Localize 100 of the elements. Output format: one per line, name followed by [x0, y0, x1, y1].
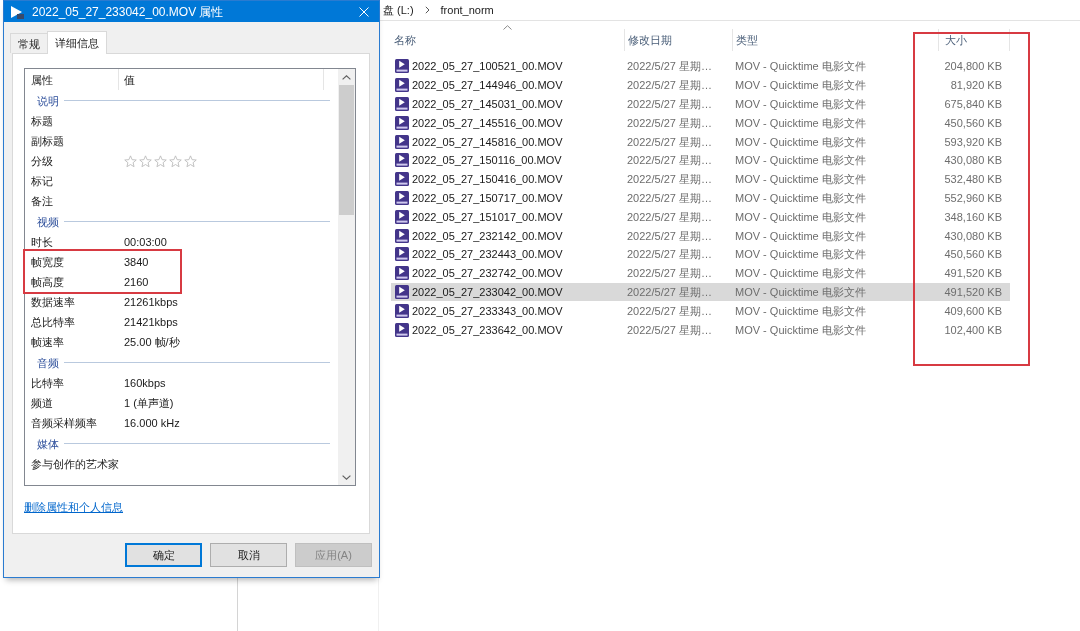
file-name: 2022_05_27_233343_00.MOV [412, 303, 563, 318]
star-icon [139, 154, 152, 168]
file-type: MOV - Quicktime 电影文件 [735, 267, 866, 280]
column-header[interactable]: 名称 [394, 33, 416, 47]
modified-date: 2022/5/27 星期… [627, 267, 712, 280]
file-type: MOV - Quicktime 电影文件 [735, 191, 866, 204]
video-file-icon [394, 227, 410, 244]
file-row[interactable]: 2022_05_27_100521_00.MOV 2022/5/27 星期… MOV - Quicktime 电影文件 204,800 KB [391, 57, 1010, 76]
video-file-icon [394, 171, 410, 188]
property-label: 分级 [30, 154, 54, 168]
video-file-icon [394, 265, 410, 282]
file-name: 2022_05_27_233642_00.MOV [412, 322, 563, 337]
file-name: 2022_05_27_233042_00.MOV [412, 284, 563, 299]
property-label: 参与创作的艺术家 [30, 457, 120, 471]
file-name: 2022_05_27_150116_00.MOV [412, 153, 562, 168]
file-row[interactable]: 2022_05_27_151017_00.MOV 2022/5/27 星期… MOV - Quicktime 电影文件 348,160 KB [391, 207, 1010, 227]
column-header[interactable]: 值 [124, 72, 135, 87]
property-value: 00:03:00 [124, 235, 167, 249]
modified-date: 2022/5/27 星期… [627, 154, 712, 167]
file-row[interactable]: 2022_05_27_233642_00.MOV 2022/5/27 星期… MOV - Quicktime 电影文件 102,400 KB [391, 320, 1010, 339]
file-row[interactable]: 2022_05_27_150416_00.MOV 2022/5/27 星期… MOV - Quicktime 电影文件 532,480 KB [391, 169, 1010, 189]
file-size: 491,520 KB [944, 285, 1002, 298]
file-type: MOV - Quicktime 电影文件 [735, 60, 866, 73]
star-rating[interactable] [124, 154, 197, 168]
property-label: 帧宽度 [30, 255, 65, 269]
file-type: MOV - Quicktime 电影文件 [735, 323, 866, 336]
file-row[interactable]: 2022_05_27_145031_00.MOV 2022/5/27 星期… MOV - Quicktime 电影文件 675,840 KB [391, 94, 1010, 114]
property-value: 25.00 帧/秒 [124, 335, 180, 349]
star-icon [184, 154, 197, 168]
file-name: 2022_05_27_100521_00.MOV [412, 59, 563, 74]
video-file-icon [394, 208, 410, 225]
file-type: MOV - Quicktime 电影文件 [735, 116, 866, 129]
scrollbar[interactable] [338, 69, 355, 485]
modified-date: 2022/5/27 星期… [627, 191, 712, 204]
modified-date: 2022/5/27 星期… [627, 323, 712, 336]
property-label: 副标题 [30, 134, 65, 148]
file-size: 348,160 KB [944, 210, 1002, 223]
breadcrumb-item[interactable]: 盘 (L:) [383, 3, 414, 17]
chevron-down-icon[interactable] [342, 475, 351, 480]
tab[interactable]: 详细信息 [47, 31, 107, 54]
property-value: 21421kbps [124, 315, 178, 329]
file-row[interactable]: 2022_05_27_232142_00.MOV 2022/5/27 星期… MOV - Quicktime 电影文件 430,080 KB [391, 226, 1010, 245]
file-row[interactable]: 2022_05_27_232443_00.MOV 2022/5/27 星期… MOV - Quicktime 电影文件 450,560 KB [391, 244, 1010, 264]
property-value: 3840 [124, 255, 149, 269]
file-name: 2022_05_27_145516_00.MOV [412, 115, 563, 130]
file-type: MOV - Quicktime 电影文件 [735, 304, 866, 317]
video-file-icon [394, 283, 410, 300]
window-title: 2022_05_27_233042_00.MOV 属性 [32, 4, 224, 19]
file-row[interactable]: 2022_05_27_145516_00.MOV 2022/5/27 星期… MOV - Quicktime 电影文件 450,560 KB [391, 113, 1010, 133]
section-heading: 视频 [36, 214, 59, 229]
file-name: 2022_05_27_232742_00.MOV [412, 266, 563, 281]
modified-date: 2022/5/27 星期… [627, 304, 712, 317]
file-size: 593,920 KB [944, 135, 1002, 148]
property-label: 时长 [30, 235, 54, 249]
property-label: 标题 [30, 114, 54, 128]
column-header[interactable]: 修改日期 [628, 33, 672, 47]
star-icon [124, 154, 137, 168]
column-header[interactable]: 属性 [31, 72, 53, 87]
file-row[interactable]: 2022_05_27_233042_00.MOV 2022/5/27 星期… MOV - Quicktime 电影文件 491,520 KB [391, 282, 1010, 302]
modified-date: 2022/5/27 星期… [627, 229, 712, 242]
file-row[interactable]: 2022_05_27_232742_00.MOV 2022/5/27 星期… MOV - Quicktime 电影文件 491,520 KB [391, 263, 1010, 283]
remove-properties-link[interactable]: 删除属性和个人信息 [24, 500, 123, 514]
file-name: 2022_05_27_145816_00.MOV [412, 134, 563, 149]
modified-date: 2022/5/27 星期… [627, 60, 712, 73]
modified-date: 2022/5/27 星期… [627, 116, 712, 129]
modified-date: 2022/5/27 星期… [627, 173, 712, 186]
file-row[interactable]: 2022_05_27_150116_00.MOV 2022/5/27 星期… MOV - Quicktime 电影文件 430,080 KB [391, 151, 1010, 170]
breadcrumb-item[interactable]: front_norm [440, 3, 494, 17]
file-type: MOV - Quicktime 电影文件 [735, 98, 866, 110]
property-label: 备注 [30, 194, 54, 208]
column-header[interactable]: 类型 [736, 33, 758, 47]
chevron-up-icon[interactable] [342, 75, 351, 80]
section-heading: 媒体 [36, 436, 59, 451]
file-type: MOV - Quicktime 电影文件 [735, 173, 866, 186]
modified-date: 2022/5/27 星期… [627, 98, 712, 110]
file-row[interactable]: 2022_05_27_144946_00.MOV 2022/5/27 星期… MOV - Quicktime 电影文件 81,920 KB [391, 75, 1010, 95]
close-icon[interactable] [359, 6, 369, 17]
video-file-icon [394, 77, 410, 94]
file-row[interactable]: 2022_05_27_233343_00.MOV 2022/5/27 星期… MOV - Quicktime 电影文件 409,600 KB [391, 301, 1010, 321]
tab[interactable]: 常规 [10, 33, 48, 53]
file-row[interactable]: 2022_05_27_145816_00.MOV 2022/5/27 星期… MOV - Quicktime 电影文件 593,920 KB [391, 132, 1010, 151]
file-name: 2022_05_27_144946_00.MOV [412, 78, 563, 93]
file-type: MOV - Quicktime 电影文件 [735, 79, 866, 92]
file-type: MOV - Quicktime 电影文件 [735, 135, 866, 148]
property-label: 标记 [30, 174, 54, 188]
dialog-button[interactable]: 确定 [125, 543, 202, 567]
file-size: 450,560 KB [944, 116, 1002, 129]
modified-date: 2022/5/27 星期… [627, 135, 712, 148]
file-name: 2022_05_27_150416_00.MOV [412, 172, 563, 187]
star-icon [169, 154, 182, 168]
property-label: 帧高度 [30, 275, 65, 289]
column-header[interactable]: 大小 [945, 33, 967, 47]
dialog-button[interactable]: 取消 [210, 543, 287, 567]
video-file-icon [394, 152, 410, 169]
file-size: 450,560 KB [944, 248, 1002, 261]
file-row[interactable]: 2022_05_27_150717_00.MOV 2022/5/27 星期… MOV - Quicktime 电影文件 552,960 KB [391, 188, 1010, 208]
video-file-icon [394, 58, 410, 75]
scroll-thumb[interactable] [339, 85, 354, 215]
property-value: 16.000 kHz [124, 416, 180, 430]
property-value: 160kbps [124, 376, 166, 390]
